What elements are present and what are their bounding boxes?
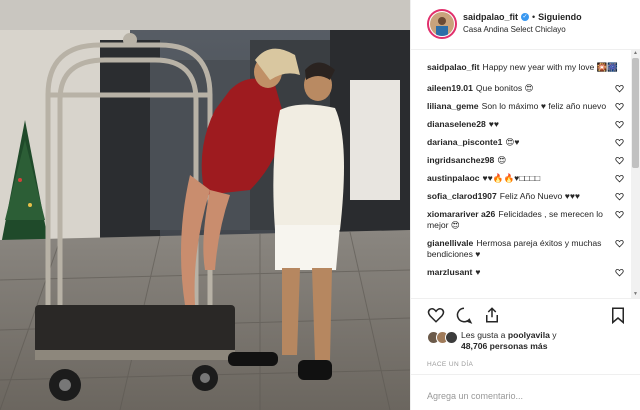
scroll-up-arrow-icon[interactable]: ▲ bbox=[632, 50, 639, 57]
comment-text: Feliz Año Nuevo ♥♥♥ bbox=[499, 191, 581, 201]
post-sidebar: saidpalao_fit ✓ • Siguiendo Casa Andina … bbox=[410, 0, 640, 410]
comment-username[interactable]: xiomarariver a26 bbox=[427, 209, 495, 219]
liker-avatars bbox=[427, 331, 461, 345]
comment-text: 😍 bbox=[497, 155, 507, 165]
post-timestamp[interactable]: HACE UN DÍA bbox=[427, 361, 473, 368]
comment-item: sofia_clarod1907 Feliz Año Nuevo ♥♥♥ bbox=[427, 191, 624, 202]
caption-username[interactable]: saidpalao_fit bbox=[427, 62, 480, 72]
comment-item: ingridsanchez98 😍 bbox=[427, 155, 624, 166]
comment-text: 😍♥ bbox=[505, 137, 520, 147]
small-heart-icon[interactable] bbox=[615, 84, 624, 93]
comment-text: Son lo máximo ♥ feliz año nuevo bbox=[481, 101, 607, 111]
comment-item: gianellivale Hermosa pareja éxitos y much… bbox=[427, 238, 624, 260]
comments-list[interactable]: saidpalao_fit Happy new year with my love… bbox=[411, 54, 632, 298]
comment-item: liliana_geme Son lo máximo ♥ feliz año nu… bbox=[427, 101, 624, 112]
add-comment-bar bbox=[411, 374, 640, 410]
post-caption: saidpalao_fit Happy new year with my love… bbox=[427, 62, 623, 73]
comment-username[interactable]: aileen19.01 bbox=[427, 83, 473, 93]
bookmark-icon[interactable] bbox=[609, 306, 627, 324]
comment-rows: aileen19.01 Que bonitos 😍 liliana_geme Son … bbox=[427, 83, 632, 278]
comment-username[interactable]: sofia_clarod1907 bbox=[427, 191, 497, 201]
comment-username[interactable]: dariana_pisconte1 bbox=[427, 137, 502, 147]
small-heart-icon[interactable] bbox=[615, 210, 624, 219]
likes-text: Les gusta a poolyavila y 48,706 personas… bbox=[461, 330, 557, 352]
comment-item: marzlusant ♥ bbox=[427, 267, 624, 278]
scroll-thumb[interactable] bbox=[632, 58, 639, 168]
post-photo[interactable] bbox=[0, 0, 410, 410]
comment-username[interactable]: marzlusant bbox=[427, 267, 472, 277]
comment-item: xiomarariver a26 Felicidades , se merecen… bbox=[427, 209, 624, 231]
liker-avatar bbox=[445, 331, 458, 344]
comment-text: ♥♥ bbox=[488, 119, 499, 129]
likes-and: y bbox=[549, 330, 557, 340]
avatar-image bbox=[430, 12, 454, 36]
comments-scrollbar[interactable]: ▲ ▼ bbox=[631, 50, 640, 298]
small-heart-icon[interactable] bbox=[615, 239, 624, 248]
comment-username[interactable]: liliana_geme bbox=[427, 101, 479, 111]
comment-username[interactable]: austinpalaoc bbox=[427, 173, 480, 183]
avatar[interactable] bbox=[427, 9, 457, 39]
likes-prefix: Les gusta a bbox=[461, 330, 508, 340]
following-button[interactable]: Siguiendo bbox=[538, 12, 582, 22]
likes-count[interactable]: 48,706 personas más bbox=[461, 341, 547, 351]
small-heart-icon[interactable] bbox=[615, 268, 624, 277]
small-heart-icon[interactable] bbox=[615, 120, 624, 129]
verified-badge-icon: ✓ bbox=[521, 13, 530, 21]
post-username[interactable]: saidpalao_fit bbox=[463, 12, 518, 22]
comment-username[interactable]: gianellivale bbox=[427, 238, 473, 248]
header-separator: • bbox=[532, 12, 536, 22]
small-heart-icon[interactable] bbox=[615, 102, 624, 111]
comment-text: ♥♥🔥🔥♥□□□□ bbox=[482, 173, 541, 183]
comment-item: austinpalaoc ♥♥🔥🔥♥□□□□ bbox=[427, 173, 624, 184]
liker-username[interactable]: poolyavila bbox=[508, 330, 550, 340]
comment-item: dariana_pisconte1 😍♥ bbox=[427, 137, 624, 148]
comment-username[interactable]: ingridsanchez98 bbox=[427, 155, 494, 165]
action-bar bbox=[411, 298, 640, 328]
post-photo-image bbox=[0, 0, 410, 410]
heart-outline-icon[interactable] bbox=[427, 306, 445, 324]
comment-text: Que bonitos 😍 bbox=[475, 83, 534, 93]
share-icon[interactable] bbox=[483, 306, 501, 324]
small-heart-icon[interactable] bbox=[615, 174, 624, 183]
scroll-down-arrow-icon[interactable]: ▼ bbox=[632, 291, 639, 298]
speech-bubble-icon[interactable] bbox=[455, 306, 473, 324]
small-heart-icon[interactable] bbox=[615, 192, 624, 201]
comment-item: aileen19.01 Que bonitos 😍 bbox=[427, 83, 624, 94]
comment-text: ♥ bbox=[475, 267, 481, 277]
caption-text: Happy new year with my love 🎇🎆 bbox=[482, 62, 619, 72]
small-heart-icon[interactable] bbox=[615, 156, 624, 165]
likes-summary[interactable]: Les gusta a poolyavila y 48,706 personas… bbox=[427, 330, 637, 356]
comment-input[interactable] bbox=[427, 391, 617, 401]
small-heart-icon[interactable] bbox=[615, 138, 624, 147]
post-location[interactable]: Casa Andina Select Chiclayo bbox=[463, 25, 582, 34]
comment-username[interactable]: dianaselene28 bbox=[427, 119, 486, 129]
comment-item: dianaselene28 ♥♥ bbox=[427, 119, 624, 130]
post-header: saidpalao_fit ✓ • Siguiendo Casa Andina … bbox=[411, 0, 640, 50]
